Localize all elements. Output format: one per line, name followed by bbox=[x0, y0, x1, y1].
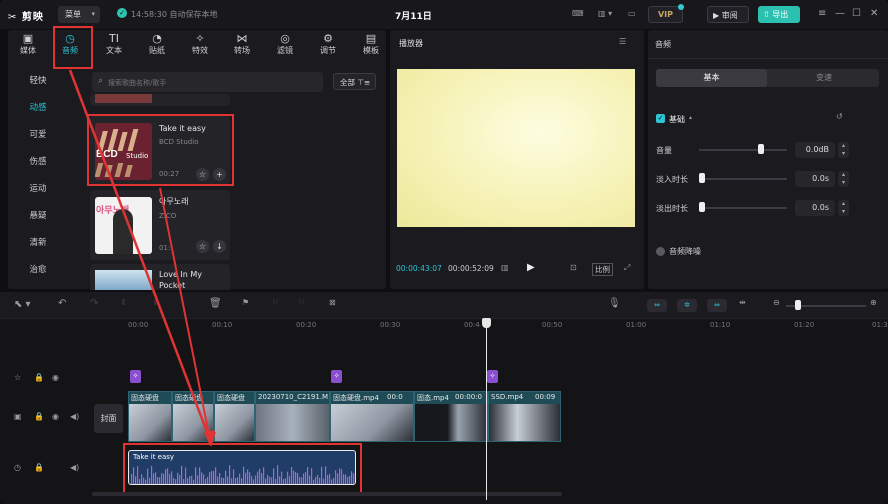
drag-arrow bbox=[68, 69, 216, 447]
editor-window: ✂ 剪映 菜单 ▾ ✓ 14:58:30 自动保存本地 7月11日 ⌨ ▥ ▾ ▭… bbox=[0, 0, 888, 504]
